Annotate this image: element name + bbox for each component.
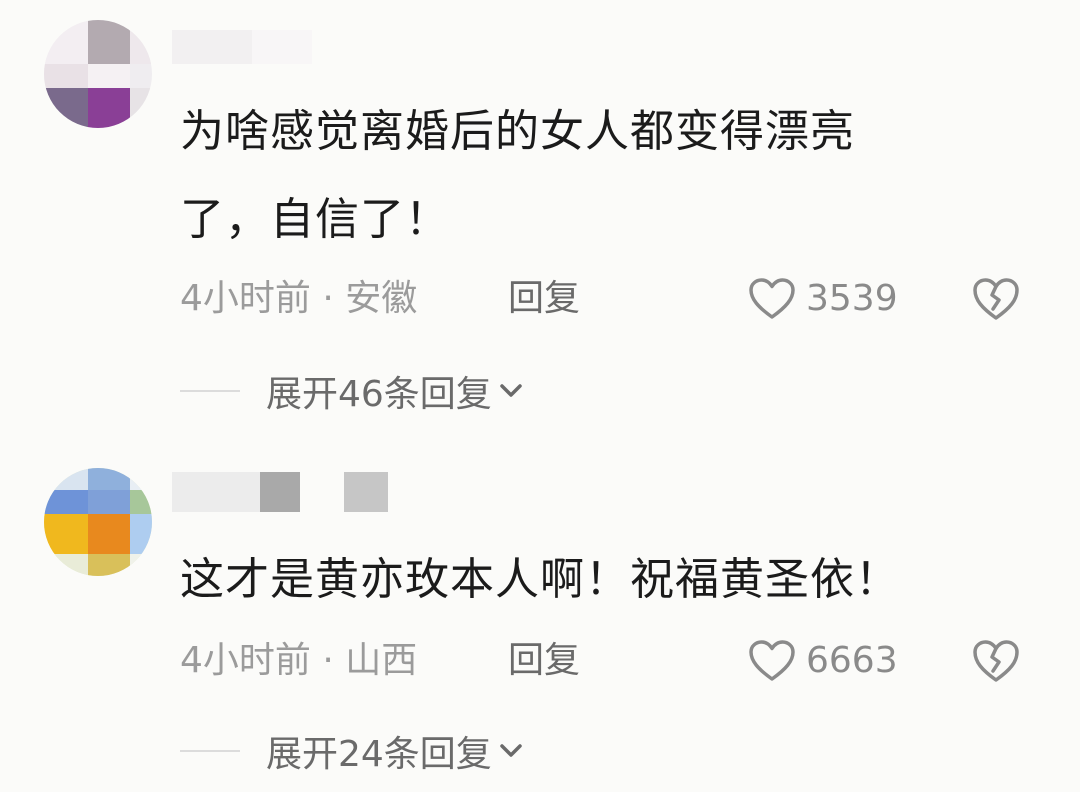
username-redacted[interactable]	[172, 30, 352, 70]
broken-heart-icon[interactable]	[972, 638, 1020, 684]
avatar-mosaic	[44, 468, 152, 576]
like-button[interactable]: 3539	[748, 274, 898, 324]
comment-text: 这才是黄亦玫本人啊！祝福黄圣依！	[180, 536, 980, 624]
comment-list: 为啥感觉离婚后的女人都变得漂亮 了，自信了！ 4小时前 · 安徽 回复 3539…	[0, 0, 1080, 792]
expand-replies-button[interactable]: 展开46条回复	[180, 366, 526, 416]
comment-text: 为啥感觉离婚后的女人都变得漂亮 了，自信了！	[180, 88, 980, 264]
like-count: 3539	[806, 278, 898, 319]
expand-replies-button[interactable]: 展开24条回复	[180, 726, 526, 776]
avatar-mosaic	[44, 20, 152, 128]
chevron-down-icon	[500, 384, 522, 397]
heart-outline-icon	[749, 278, 795, 319]
like-button[interactable]: 6663	[748, 636, 898, 686]
heart-outline-icon	[749, 640, 795, 681]
reply-button[interactable]: 回复	[508, 274, 580, 324]
reply-button[interactable]: 回复	[508, 636, 580, 686]
time-location: 4小时前 · 安徽	[180, 278, 418, 319]
like-count: 6663	[806, 640, 898, 681]
expand-replies-label: 展开24条回复	[266, 734, 492, 775]
expand-replies-label: 展开46条回复	[266, 374, 492, 415]
chevron-down-icon	[500, 744, 522, 757]
comment-text-line: 了，自信了！	[180, 194, 450, 245]
time-location: 4小时前 · 山西	[180, 640, 418, 681]
comment-meta: 4小时前 · 山西 回复 6663	[180, 636, 1040, 686]
comment-text-line: 这才是黄亦玫本人啊！祝福黄圣依！	[180, 554, 900, 605]
comment-text-line: 为啥感觉离婚后的女人都变得漂亮	[180, 106, 855, 157]
divider	[180, 750, 240, 752]
avatar[interactable]	[44, 20, 152, 128]
username-redacted[interactable]	[172, 472, 392, 512]
avatar[interactable]	[44, 468, 152, 576]
comment-meta: 4小时前 · 安徽 回复 3539	[180, 274, 1040, 324]
divider	[180, 390, 240, 392]
broken-heart-icon[interactable]	[972, 276, 1020, 322]
comment-item: 这才是黄亦玫本人啊！祝福黄圣依！ 4小时前 · 山西 回复 6663 展开24条…	[0, 430, 1080, 792]
comment-item: 为啥感觉离婚后的女人都变得漂亮 了，自信了！ 4小时前 · 安徽 回复 3539…	[0, 0, 1080, 430]
